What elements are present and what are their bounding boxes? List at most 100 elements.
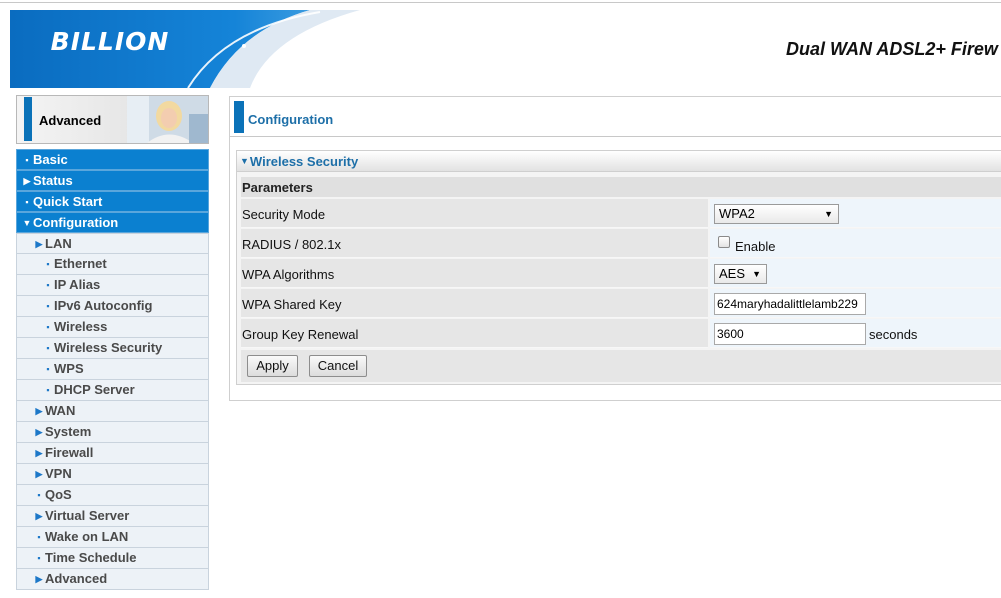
bullet-icon: ▪ [46,364,50,374]
triangle-right-icon: ▶ [35,427,43,437]
cancel-button[interactable]: Cancel [309,355,367,377]
field-value-cell: 3600 seconds [710,319,1001,348]
bullet-icon: ▪ [37,553,41,563]
triangle-right-icon: ▶ [35,239,43,249]
bullet-icon: ▪ [46,301,50,311]
nav-label: System [45,424,92,439]
radius-enable-label: Enable [735,239,776,254]
nav-item-wan[interactable]: ▶ WAN [16,401,209,422]
radius-enable-checkbox[interactable] [718,236,730,248]
nav-label: WPS [54,361,84,376]
nav-item-dhcp-server[interactable]: ▪ DHCP Server [16,380,209,401]
nav-item-quick-start[interactable]: ▪ Quick Start [16,191,209,212]
page-header: Configuration [234,101,1001,135]
bullet-icon: ▪ [46,280,50,290]
billion-logo: BILLION [50,27,170,56]
security-mode-label: Security Mode [242,207,326,222]
sidebar-nav: ▪ Basic ▶ Status ▪ Quick Start ▼ Configurati… [16,149,209,590]
section-header[interactable]: ▼Wireless Security [237,151,1001,172]
nav-item-wps[interactable]: ▪ WPS [16,359,209,380]
field-value-cell: WPA2 ▼ [710,199,1001,228]
nav-label: Basic [33,152,68,167]
triangle-right-icon: ▶ [35,406,43,416]
nav-item-vpn[interactable]: ▶ VPN [16,464,209,485]
nav-item-basic[interactable]: ▪ Basic [16,149,209,170]
header-top-border [0,2,1001,3]
bullet-icon: ▪ [46,322,50,332]
wpa-shared-key-input[interactable]: 624maryhadalittlelamb229 [714,293,866,315]
group-key-renewal-row: Group Key Renewal 3600 seconds [241,319,1001,348]
radius-row: RADIUS / 802.1x Enable [241,229,1001,258]
page-header-accent-bar [234,101,244,133]
nav-label: Wake on LAN [45,529,129,544]
product-title: Dual WAN ADSL2+ Firew [786,39,998,59]
nav-item-ethernet[interactable]: ▪ Ethernet [16,254,209,275]
group-key-renewal-input[interactable]: 3600 [714,323,866,345]
dropdown-arrow-icon: ▼ [824,209,833,219]
field-value-cell: Enable [710,229,1001,258]
page-title: Configuration [248,112,334,127]
nav-item-lan[interactable]: ▶ LAN [16,233,209,254]
nav-item-system[interactable]: ▶ System [16,422,209,443]
security-mode-row: Security Mode WPA2 ▼ [241,199,1001,228]
bullet-icon: ▪ [25,197,29,207]
apply-button[interactable]: Apply [247,355,298,377]
field-value-cell: AES ▼ [710,259,1001,288]
field-label-cell: WPA Shared Key [241,289,708,318]
nav-item-virtual-server[interactable]: ▶ Virtual Server [16,506,209,527]
nav-item-wake-on-lan[interactable]: ▪ Wake on LAN [16,527,209,548]
button-row: Apply Cancel [241,350,1001,382]
nav-label: Configuration [33,215,119,230]
bullet-icon: ▪ [46,259,50,269]
nav-label: Virtual Server [45,508,130,523]
nav-label: WAN [45,403,76,418]
security-mode-value: WPA2 [719,206,755,221]
banner-accent-bar [24,97,32,141]
triangle-down-icon: ▼ [22,218,32,228]
field-value-cell: 624maryhadalittlelamb229 [710,289,1001,318]
main-content: Configuration ▼Wireless Security Paramet… [229,96,1001,401]
field-label-cell: Group Key Renewal [241,319,708,348]
nav-item-firewall[interactable]: ▶ Firewall [16,443,209,464]
nav-item-configuration[interactable]: ▼ Configuration [16,212,209,233]
nav-item-ip-alias[interactable]: ▪ IP Alias [16,275,209,296]
nav-label: Advanced [45,571,108,586]
parameters-header: Parameters [241,177,1001,197]
nav-label: LAN [45,236,72,251]
divider [230,136,1001,137]
field-label-cell: RADIUS / 802.1x [241,229,708,258]
triangle-right-icon: ▶ [35,469,43,479]
section-title: ▼Wireless Security [240,154,358,169]
nav-label: Time Schedule [45,550,137,565]
nav-item-status[interactable]: ▶ Status [16,170,209,191]
security-mode-select[interactable]: WPA2 ▼ [714,204,839,224]
wpa-algorithms-value: AES [719,266,746,281]
triangle-down-icon: ▼ [240,156,249,166]
nav-item-ipv6-autoconfig[interactable]: ▪ IPv6 Autoconfig [16,296,209,317]
field-label-cell: Security Mode [241,199,708,228]
bullet-icon: ▪ [46,343,50,353]
wpa-algorithms-row: WPA Algorithms AES ▼ [241,259,1001,288]
nav-item-qos[interactable]: ▪ QoS [16,485,209,506]
nav-label: IPv6 Autoconfig [54,298,153,313]
nav-label: Quick Start [33,194,103,209]
parameters-label: Parameters [242,180,313,195]
wpa-algorithms-label: WPA Algorithms [242,267,335,282]
nav-item-advanced[interactable]: ▶ Advanced [16,569,209,590]
nav-label: Wireless Security [54,340,163,355]
triangle-right-icon: ▶ [35,448,43,458]
nav-item-time-schedule[interactable]: ▪ Time Schedule [16,548,209,569]
nav-label: IP Alias [54,277,101,292]
nav-item-wireless[interactable]: ▪ Wireless [16,317,209,338]
field-label-cell: WPA Algorithms [241,259,708,288]
nav-label: Firewall [45,445,94,460]
triangle-right-icon: ▶ [35,574,43,584]
bullet-icon: ▪ [37,532,41,542]
wireless-security-panel: ▼Wireless Security Parameters Security M… [236,150,1001,385]
nav-item-wireless-security[interactable]: ▪ Wireless Security [16,338,209,359]
triangle-right-icon: ▶ [35,511,43,521]
nav-label: DHCP Server [54,382,135,397]
nav-label: Wireless [54,319,108,334]
wpa-algorithms-select[interactable]: AES ▼ [714,264,767,284]
group-key-renewal-unit: seconds [869,327,918,342]
